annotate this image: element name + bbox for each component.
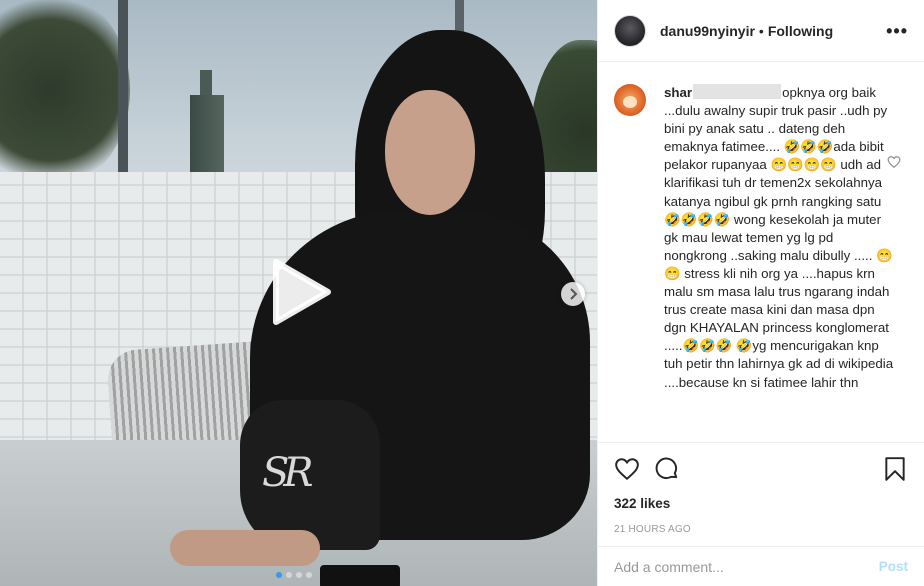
carousel-dot xyxy=(296,572,302,578)
person-sleeve xyxy=(240,400,380,550)
carousel-dot-active xyxy=(276,572,282,578)
commenter-username[interactable]: shar xyxy=(664,85,692,100)
next-slide-button[interactable] xyxy=(561,282,585,306)
video-media[interactable]: SR xyxy=(0,0,597,586)
carousel-dot xyxy=(306,572,312,578)
more-options-icon[interactable]: ••• xyxy=(886,22,908,40)
bookmark-icon[interactable] xyxy=(882,456,908,482)
author-avatar[interactable] xyxy=(614,14,646,47)
commenter-avatar[interactable] xyxy=(614,84,646,116)
following-button[interactable]: Following xyxy=(768,23,833,39)
chevron-right-icon xyxy=(570,288,578,300)
carousel-indicator xyxy=(276,572,312,578)
post-comment-button[interactable]: Post xyxy=(879,559,908,574)
comment-item: shar opknya org baik ...dulu awalny supir… xyxy=(614,84,908,392)
post-actions: 322 likes 21 HOURS AGO xyxy=(598,442,924,535)
comments-list[interactable]: shar opknya org baik ...dulu awalny supir… xyxy=(598,62,924,442)
post-header: danu99nyinyir • Following ••• xyxy=(598,0,924,62)
action-icons-row xyxy=(614,443,908,495)
play-icon[interactable] xyxy=(270,258,332,326)
post-timestamp: 21 HOURS AGO xyxy=(614,524,691,535)
redaction-block xyxy=(693,84,782,99)
author-username[interactable]: danu99nyinyir xyxy=(660,23,755,39)
comment-bubble-icon[interactable] xyxy=(654,456,680,482)
sleeve-monogram: SR xyxy=(262,450,313,496)
carousel-dot xyxy=(286,572,292,578)
likes-count[interactable]: 322 likes xyxy=(614,496,908,511)
post-container: SR danu99nyinyir • Following ••• shar op… xyxy=(0,0,924,586)
comment-like-heart-icon[interactable] xyxy=(887,155,901,169)
header-separator: • xyxy=(758,22,764,39)
comment-text: opknya org baik ...dulu awalny supir tru… xyxy=(664,85,894,390)
heart-outline-icon[interactable] xyxy=(614,456,640,482)
comment-input[interactable] xyxy=(614,558,879,575)
person-arm xyxy=(170,530,320,566)
add-comment-bar: Post xyxy=(598,546,924,586)
person-face xyxy=(385,90,475,215)
post-side-panel: danu99nyinyir • Following ••• shar opknya… xyxy=(597,0,924,586)
comment-body: shar opknya org baik ...dulu awalny supir… xyxy=(664,84,896,392)
phone-on-sofa xyxy=(320,565,400,586)
